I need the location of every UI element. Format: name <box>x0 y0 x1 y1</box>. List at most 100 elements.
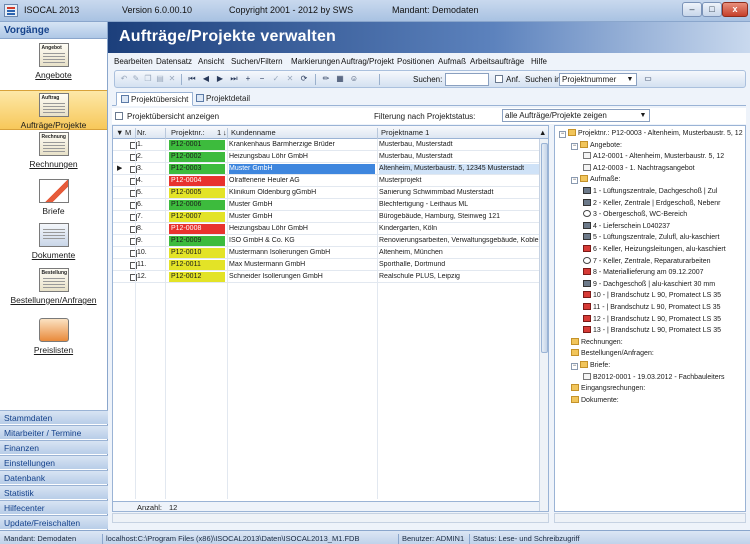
status-filter-select[interactable]: alle Aufträge/Projekte zeigen ▼ <box>502 109 650 122</box>
table-row[interactable]: 11. P12-0011 Max Mustermann GmbH Sporthalle… <box>113 260 539 271</box>
tree-node[interactable]: 3 - Obergeschoß, WC-Bereich <box>583 210 687 218</box>
table-row[interactable]: 5. P12-0005 Klinikum Oldenburg gGmbH Sanier… <box>113 188 539 199</box>
header-projektname[interactable]: Projektname 1 <box>381 128 429 137</box>
nav-section-stammdaten[interactable]: Stammdaten <box>0 410 108 424</box>
prev-record-icon[interactable]: ◀ <box>201 74 211 84</box>
nav-angebote[interactable]: Angebot Angebote <box>0 43 107 89</box>
tree-node[interactable]: 13 - | Brandschutz L 90, Promatect LS 35 <box>583 326 721 334</box>
nav-dokumente[interactable]: Dokumente <box>0 223 107 265</box>
tree-node[interactable]: 4 - Lieferschein L040237 <box>583 221 670 230</box>
collapse-icon[interactable]: − <box>571 177 578 185</box>
tree-node[interactable]: Eingangsrechungen: <box>571 384 645 392</box>
grid-vertical-scrollbar[interactable] <box>539 139 548 511</box>
show-overview-checkbox[interactable] <box>115 112 123 120</box>
grid-horizontal-scrollbar[interactable] <box>112 513 549 523</box>
header-m[interactable]: M <box>125 128 131 137</box>
table-row[interactable]: 4. P12-0004 Ölraffenerie Heuler AG Musterpr… <box>113 176 539 187</box>
confirm-icon[interactable]: ✓ <box>271 74 281 84</box>
tree-node[interactable]: 11 - | Brandschutz L 90, Promatect LS 35 <box>583 303 721 311</box>
settings-icon[interactable]: ▭ <box>643 74 653 84</box>
undo-icon[interactable]: ↶ <box>119 74 129 84</box>
menu-aufmass[interactable]: Aufmaß <box>438 57 466 66</box>
app-icon[interactable] <box>4 4 18 17</box>
nav-rechnungen[interactable]: Rechnung Rechnungen <box>0 132 107 176</box>
tree-node[interactable]: Bestellungen/Anfragen: <box>571 349 654 357</box>
tab-projektdetail[interactable]: Projektdetail <box>192 92 254 106</box>
collapse-icon[interactable]: − <box>559 131 566 138</box>
header-nr[interactable]: Nr. <box>137 128 147 137</box>
collapse-icon[interactable]: − <box>571 363 578 370</box>
refresh-icon[interactable]: ⟳ <box>299 74 309 84</box>
anf-checkbox[interactable] <box>495 75 503 83</box>
menu-bearbeiten[interactable]: Bearbeiten <box>114 57 153 66</box>
menu-arbeitsauftraege[interactable]: Arbeitsaufträge <box>470 57 524 66</box>
header-projektnr[interactable]: Projektnr.: <box>171 128 205 137</box>
minimize-button[interactable]: – <box>682 2 702 17</box>
table-row[interactable]: 7. P12-0007 Muster GmbH Bürogebäude, Hambur… <box>113 212 539 223</box>
table-row[interactable]: 6. P12-0006 Muster GmbH Blechfertigung - Le… <box>113 200 539 211</box>
menu-markierungen[interactable]: Markierungen <box>291 57 340 66</box>
table-row[interactable]: 1. P12-0001 Krankenhaus Barmherzige Brüder… <box>113 140 539 151</box>
nav-section-mitarbeiter[interactable]: Mitarbeiter / Termine <box>0 425 108 439</box>
edit-icon[interactable]: ✎ <box>131 74 141 84</box>
nav-section-datenbank[interactable]: Datenbank <box>0 470 108 484</box>
tree-node[interactable]: A12-0003 - 1. Nachtragsangebot <box>583 163 695 172</box>
table-row[interactable]: 9. P12-0009 ISO GmbH & Co. KG Renovierungsa… <box>113 236 539 247</box>
tree-node[interactable]: 5 - Lüftungszentrale, Zulufl, alu-kaschi… <box>583 233 719 241</box>
nav-section-einstellungen[interactable]: Einstellungen <box>0 455 108 469</box>
table-row[interactable]: 12. P12-0012 Schneider Isollerungen GmbH Re… <box>113 272 539 283</box>
remove-record-icon[interactable]: − <box>257 74 267 84</box>
last-record-icon[interactable]: ⏭ <box>229 74 239 84</box>
scroll-thumb[interactable] <box>541 143 548 353</box>
table-row[interactable]: 2. P12-0002 Heizungsbau Löhr GmbH Musterbau… <box>113 152 539 163</box>
tree-node[interactable]: − Aufmaße: <box>571 175 620 185</box>
tree-node[interactable]: 9 - Dachgeschoß | alu-kaschiert 30 mm <box>583 279 715 288</box>
tree-node[interactable]: A12-0001 - Altenheim, Musterbaustr. 5, 1… <box>583 152 724 160</box>
tree-node[interactable]: 1 - Lüftungszentrale, Dachgeschoß | Zul <box>583 187 717 195</box>
tree-horizontal-scrollbar[interactable] <box>554 513 746 523</box>
nav-bestellungen-anfragen[interactable]: Bestellung Bestellungen/Anfragen <box>0 268 107 314</box>
header-kundenname[interactable]: Kundenname <box>231 128 276 137</box>
copy-icon[interactable]: ❐ <box>143 74 153 84</box>
search-input[interactable] <box>445 73 489 86</box>
close-button[interactable]: x <box>722 2 748 17</box>
search-in-select[interactable]: Projektnummer ▼ <box>559 73 637 86</box>
nav-preislisten[interactable]: Preislisten <box>0 318 107 362</box>
collapse-icon[interactable]: − <box>571 142 578 150</box>
scroll-up-icon[interactable]: ▲ <box>539 128 546 137</box>
tree-node[interactable]: 6 - Keller, Heizungsleitungen, alu-kasch… <box>583 245 726 253</box>
tree-node[interactable]: Dokumente: <box>571 395 619 404</box>
table-row[interactable]: 10. P12-0010 Mustermann Isolierungen GmbH A… <box>113 248 539 259</box>
tab-projektuebersicht[interactable]: Projektübersicht <box>116 92 194 106</box>
cancel-icon[interactable]: ✕ <box>285 74 295 84</box>
tree-node[interactable]: − Angebote: <box>571 140 622 150</box>
tree-node[interactable]: 2 - Keller, Zentrale | Erdgeschoß, Neben… <box>583 198 721 207</box>
next-record-icon[interactable]: ▶ <box>215 74 225 84</box>
tree-node[interactable]: − Projektnr.: P12-0003 - Altenheim, Muste… <box>559 129 743 138</box>
table-row[interactable]: ▶ 3. P12-0003 Muster GmbH Altenheim, Musterb… <box>113 164 539 175</box>
table-row[interactable]: 8. P12-0008 Heizungsbau Löhr GmbH Kindergar… <box>113 224 539 235</box>
tree-node[interactable]: Rechnungen: <box>571 337 623 346</box>
tree-node[interactable]: 7 - Keller, Zentrale, Reparaturarbeiten <box>583 256 711 265</box>
grid-icon[interactable]: ▦ <box>335 74 345 84</box>
maximize-button[interactable]: □ <box>702 2 722 17</box>
pencil-icon[interactable]: ✏ <box>321 74 331 84</box>
nav-section-update[interactable]: Update/Freischalten <box>0 515 108 529</box>
users-icon[interactable]: ☺ <box>349 74 359 84</box>
nav-auftraege-projekte[interactable]: Auftrag Aufträge/Projekte <box>0 90 107 130</box>
menu-ansicht[interactable]: Ansicht <box>198 57 224 66</box>
nav-section-hilfecenter[interactable]: Hilfecenter <box>0 500 108 514</box>
tree-node[interactable]: 12 - | Brandschutz L 90, Promatect LS 35 <box>583 314 721 323</box>
tree-node[interactable]: 8 - Materiallieferung am 09.12.2007 <box>583 268 704 276</box>
menu-hilfe[interactable]: Hilfe <box>531 57 547 66</box>
delete-icon[interactable]: ✕ <box>167 74 177 84</box>
tree-node[interactable]: 10 - | Brandschutz L 90, Promatect LS 35 <box>583 291 721 299</box>
menu-suchen-filtern[interactable]: Suchen/Filtern <box>231 57 283 66</box>
tree-node[interactable]: B2012-0001 - 19.03.2012 - Fachbauleiters <box>583 372 725 381</box>
nav-briefe[interactable]: Briefe <box>0 179 107 221</box>
first-record-icon[interactable]: ⏮ <box>187 74 197 84</box>
paste-icon[interactable]: ▤ <box>155 74 165 84</box>
menu-positionen[interactable]: Positionen <box>397 57 434 66</box>
nav-section-finanzen[interactable]: Finanzen <box>0 440 108 454</box>
add-record-icon[interactable]: + <box>243 74 253 84</box>
